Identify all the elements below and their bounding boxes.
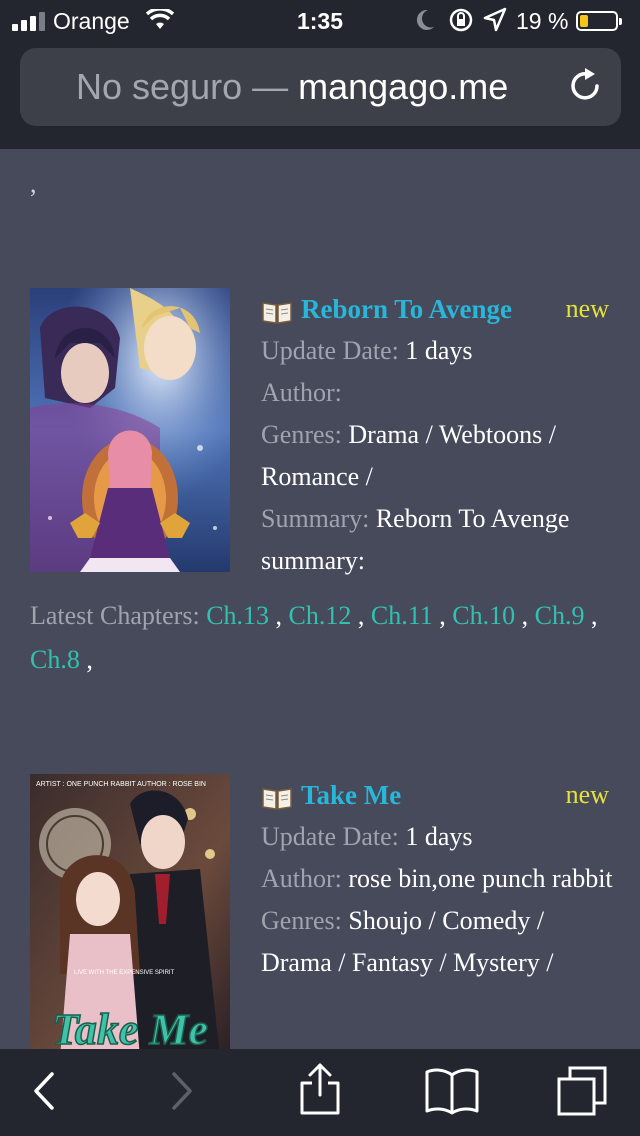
genres-row: Genres: Shoujo / Comedy / Drama / Fantas… <box>261 900 621 984</box>
author-row: Author: <box>261 372 621 414</box>
forward-icon[interactable] <box>168 1071 196 1111</box>
manga-cover[interactable]: ARTIST : ONE PUNCH RABBIT AUTHOR : ROSE … <box>30 774 230 1049</box>
manga-title[interactable]: Take Me <box>301 780 401 810</box>
address-bar[interactable]: No seguro — mangago.me <box>20 48 621 126</box>
author-value: rose bin,one punch rabbit <box>348 864 613 893</box>
book-icon <box>262 302 292 324</box>
manga-info: Reborn To Avenge new Update Date: 1 days… <box>261 288 621 582</box>
chapter-link[interactable]: Ch.9 <box>535 601 585 630</box>
summary-row: Summary: Reborn To Avenge summary: <box>261 498 621 582</box>
manga-title[interactable]: Reborn To Avenge <box>301 294 512 324</box>
cover-credit-text: ARTIST : ONE PUNCH RABBIT AUTHOR : ROSE … <box>36 781 206 788</box>
author-label: Author: <box>261 864 342 893</box>
new-badge: new <box>565 780 609 809</box>
chapter-link[interactable]: Ch.13 <box>206 601 269 630</box>
chapter-link[interactable]: Ch.10 <box>452 601 515 630</box>
share-icon[interactable] <box>298 1063 342 1115</box>
cover-tagline-text: LIVE WITH THE EXPENSIVE SPIRIT <box>74 970 175 976</box>
update-date-label: Update Date: <box>261 336 399 365</box>
update-date-label: Update Date: <box>261 822 399 851</box>
latest-chapters-label: Latest Chapters: <box>30 601 200 630</box>
update-date-value: 1 days <box>405 822 473 851</box>
battery-percentage: 19 % <box>516 8 569 34</box>
battery-icon <box>576 11 622 31</box>
location-arrow-icon <box>483 7 507 32</box>
update-date-row: Update Date: 1 days <box>261 330 621 372</box>
browser-header: No seguro — mangago.me <box>0 42 640 149</box>
chapter-link[interactable]: Ch.12 <box>289 601 352 630</box>
rotation-lock-icon <box>449 8 473 32</box>
summary-label: Summary: <box>261 504 370 533</box>
update-date-row: Update Date: 1 days <box>261 816 621 858</box>
back-icon[interactable] <box>30 1071 58 1111</box>
tabs-icon[interactable] <box>556 1065 608 1117</box>
manga-cover[interactable] <box>30 288 230 572</box>
manga-info: Take Me new Update Date: 1 days Author: … <box>261 774 621 984</box>
reload-icon[interactable] <box>569 68 603 104</box>
security-label: No seguro — <box>76 66 289 107</box>
moon-icon <box>416 9 434 30</box>
chapter-link[interactable]: Ch.11 <box>371 601 433 630</box>
genres-row: Genres: Drama / Webtoons / Romance / <box>261 414 621 498</box>
genres-label: Genres: <box>261 906 342 935</box>
new-badge: new <box>565 294 609 323</box>
latest-chapters: Latest Chapters: Ch.13 , Ch.12 , Ch.11 ,… <box>30 601 598 674</box>
bookmarks-icon[interactable] <box>424 1067 480 1115</box>
chapter-link[interactable]: Ch.8 <box>30 645 80 674</box>
leading-text: , <box>30 169 37 198</box>
genres-label: Genres: <box>261 420 342 449</box>
author-row: Author: rose bin,one punch rabbit <box>261 858 621 900</box>
cover-title-art: Take Me <box>52 1005 208 1049</box>
url-domain: mangago.me <box>298 66 509 107</box>
status-bar: Orange 1:35 19 % <box>0 0 640 42</box>
url-text: No seguro — mangago.me <box>76 66 508 108</box>
page-content: , Reborn To Avenge new Update Date: 1 da… <box>0 149 640 1049</box>
browser-toolbar <box>0 1049 640 1136</box>
update-date-value: 1 days <box>405 336 473 365</box>
author-label: Author: <box>261 378 342 407</box>
book-icon <box>262 788 292 810</box>
